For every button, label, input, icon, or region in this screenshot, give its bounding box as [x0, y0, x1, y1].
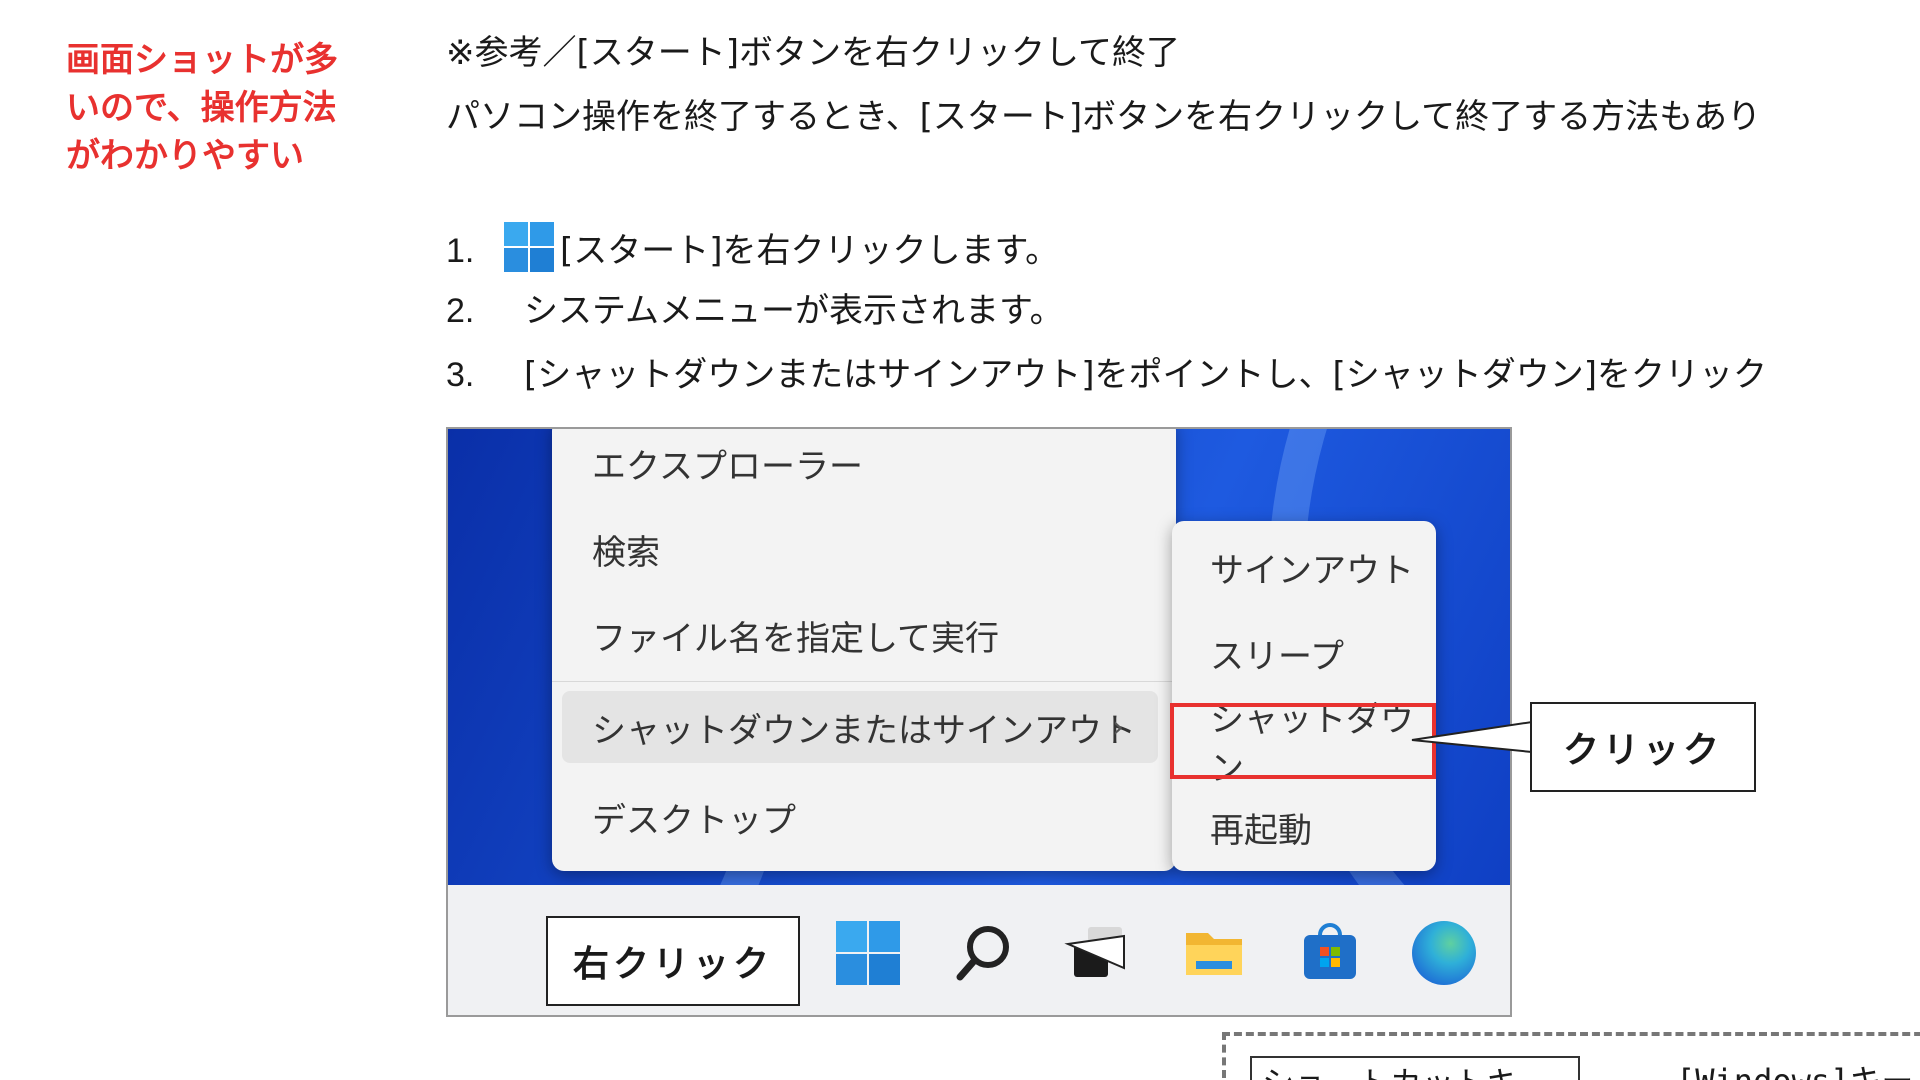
step-number: 3.	[446, 356, 475, 394]
shortcut-key-box: ショートカットキー [Windows]キー	[1222, 1032, 1920, 1080]
step-text: システムメニューが表示されます。	[524, 291, 1064, 331]
store-icon[interactable]	[1298, 921, 1362, 985]
right-click-callout: 右クリック	[546, 916, 800, 1006]
chevron-right-icon: ›	[1112, 709, 1124, 745]
step-3: 3. [シャットダウンまたはサインアウト]をポイントし、[シャットダウン]をクリッ…	[446, 350, 1767, 400]
edge-browser-icon[interactable]	[1412, 921, 1476, 985]
step-text: [スタート]を右クリックします。	[560, 231, 1060, 271]
submenu-item-shutdown[interactable]: シャットダウン	[1170, 700, 1436, 789]
menu-item-run[interactable]: ファイル名を指定して実行	[562, 599, 1158, 671]
document-page: 画面ショットが多いので、操作方法がわかりやすい ※参考／[スタート]ボタンを右ク…	[0, 0, 1920, 1080]
step-number: 2.	[446, 292, 475, 330]
windows-start-icon	[504, 222, 554, 272]
step-2: 2. システムメニューが表示されます。	[446, 286, 1064, 336]
menu-item-shutdown-or-signout[interactable]: シャットダウンまたはサインアウト ›	[562, 691, 1158, 763]
reference-heading: ※参考／[スタート]ボタンを右クリックして終了	[446, 33, 1180, 73]
menu-item-explorer[interactable]: エクスプローラー	[562, 429, 1158, 499]
menu-divider	[552, 681, 1176, 682]
menu-item-search[interactable]: 検索	[562, 513, 1158, 585]
submenu-item-restart[interactable]: 再起動	[1182, 791, 1428, 863]
step-text: [シャットダウンまたはサインアウト]をポイントし、[シャットダウン]をクリック	[524, 355, 1768, 395]
intro-text: パソコン操作を終了するとき、[スタート]ボタンを右クリックして終了する方法もあり	[446, 97, 1762, 137]
search-icon[interactable]	[952, 921, 1016, 985]
submenu-item-signout[interactable]: サインアウト	[1182, 531, 1428, 603]
file-explorer-icon[interactable]	[1182, 921, 1246, 985]
shortcut-key-label: ショートカットキー	[1250, 1056, 1580, 1080]
menu-item-desktop[interactable]: デスクトップ	[562, 781, 1158, 853]
task-view-icon[interactable]	[1066, 921, 1130, 985]
click-callout: クリック	[1530, 702, 1756, 792]
side-note: 画面ショットが多いので、操作方法がわかりやすい	[66, 40, 338, 176]
shutdown-submenu: サインアウト スリープ シャットダウン 再起動	[1170, 521, 1436, 871]
submenu-item-sleep[interactable]: スリープ	[1182, 617, 1428, 689]
start-context-menu: エクスプローラー 検索 ファイル名を指定して実行 シャットダウンまたはサインアウ…	[552, 429, 1176, 871]
menu-item-label: シャットダウンまたはサインアウト	[592, 710, 1136, 751]
shortcut-key-text: [Windows]キー	[1676, 1056, 1913, 1080]
step-1: 1. [スタート]を右クリックします。	[446, 222, 1059, 276]
windows-start-icon[interactable]	[836, 921, 900, 985]
